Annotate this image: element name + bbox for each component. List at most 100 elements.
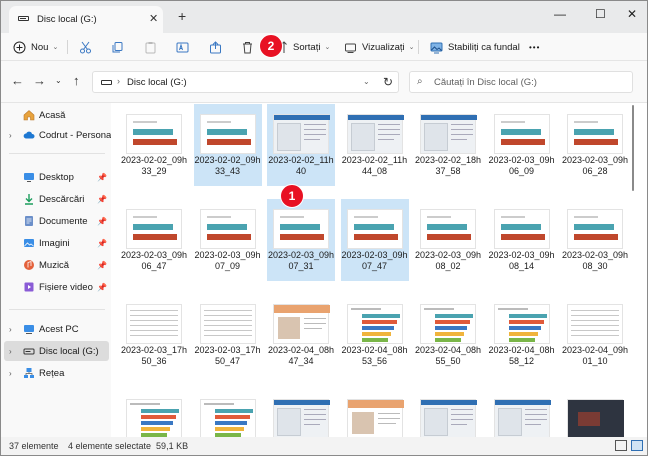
rename-button[interactable] (176, 37, 189, 57)
file-tile[interactable] (488, 389, 556, 437)
file-tile[interactable]: 2023-02-03_09h08_30 (561, 199, 629, 281)
thumbnail-graphic (304, 328, 322, 329)
plus-circle-icon (13, 41, 26, 53)
file-name: 2023-02-02_09h33_43 (194, 155, 261, 176)
selection-info: 4 elemente selectate 59,1 KB (68, 441, 189, 451)
file-tile[interactable]: 2023-02-02_11h40 (267, 104, 335, 186)
file-tile[interactable]: 2023-02-02_11h44_08 (341, 104, 409, 186)
file-tile[interactable] (267, 389, 335, 437)
sort-button[interactable]: Sortați ⌄ (275, 37, 330, 57)
file-tile[interactable] (341, 389, 409, 437)
set-as-background-label: Stabiliți ca fundal (448, 41, 520, 53)
status-bar: 37 elemente 4 elemente selectate 59,1 KB (1, 437, 647, 455)
file-tile[interactable]: 2023-02-04_08h53_56 (341, 294, 409, 376)
cut-button[interactable] (79, 37, 92, 57)
view-button-label: Vizualizați (362, 41, 405, 53)
delete-button[interactable] (241, 37, 254, 57)
sidebar-item-videos[interactable]: Fișiere video 📌 (1, 277, 107, 297)
forward-arrow-icon[interactable]: → (33, 73, 46, 88)
minimize-button[interactable]: — (554, 7, 566, 21)
thumbnail-graphic (377, 129, 400, 130)
thumbnail-view-icon[interactable] (631, 440, 643, 451)
breadcrumb-path[interactable]: Disc local (G:) (127, 77, 187, 88)
pin-icon[interactable]: 📌 (97, 261, 107, 270)
thumbnail-graphic (424, 308, 454, 310)
file-tile[interactable]: 2023-02-03_09h08_14 (488, 199, 556, 281)
paste-button[interactable] (144, 37, 157, 57)
pin-icon[interactable]: 📌 (97, 195, 107, 204)
thumbnail-graphic (278, 317, 300, 339)
thumbnail-graphic (421, 115, 477, 120)
share-button[interactable] (209, 37, 222, 57)
clipboard-icon (145, 41, 156, 53)
set-as-background-button[interactable]: Stabiliți ca fundal (430, 37, 520, 57)
file-tile[interactable]: 2023-02-03_09h06_09 (488, 104, 556, 186)
thumbnail-graphic (141, 427, 170, 431)
breadcrumb-chevron-icon: › (117, 76, 120, 86)
vertical-scrollbar[interactable] (632, 105, 634, 191)
expand-chevron-icon[interactable]: › (9, 131, 12, 140)
sidebar-item-desktop[interactable]: Desktop 📌 (1, 167, 107, 187)
pin-icon[interactable]: 📌 (97, 173, 107, 182)
address-bar[interactable]: › Disc local (G:) ⌄ (92, 71, 399, 93)
file-tile[interactable]: 2023-02-03_17h50_47 (194, 294, 262, 376)
file-tile[interactable] (194, 389, 262, 437)
pin-icon[interactable]: 📌 (97, 217, 107, 226)
thumbnail-graphic (574, 224, 614, 230)
pin-icon[interactable]: 📌 (97, 283, 107, 292)
file-tile[interactable]: 2023-02-03_09h06_28 (561, 104, 629, 186)
more-options-button[interactable]: ••• (529, 37, 540, 57)
file-tile[interactable] (561, 389, 629, 437)
file-tile[interactable]: 2023-02-03_09h07_31 (267, 199, 335, 281)
file-tile[interactable]: 2023-02-04_08h55_50 (414, 294, 482, 376)
search-icon: ⌕ (417, 76, 423, 87)
new-tab-button[interactable]: + (178, 8, 186, 24)
back-arrow-icon[interactable]: ← (11, 73, 24, 88)
file-tile[interactable]: 2023-02-02_09h33_29 (120, 104, 188, 186)
tab-disc-local[interactable]: Disc local (G:) ✕ (9, 6, 163, 33)
tab-close-icon[interactable]: ✕ (149, 12, 158, 25)
sidebar-item-downloads[interactable]: Descărcări 📌 (1, 189, 107, 209)
sidebar-item-home[interactable]: Acasă (1, 105, 107, 125)
file-tile[interactable]: 2023-02-03_09h07_47 (340, 199, 409, 281)
thumbnail-graphic (451, 414, 473, 415)
sidebar-item-music[interactable]: Muzică 📌 (1, 255, 107, 275)
refresh-icon[interactable]: ↻ (383, 75, 393, 89)
up-arrow-icon[interactable]: ↑ (73, 73, 80, 88)
details-view-icon[interactable] (615, 440, 627, 451)
sidebar-item-pictures[interactable]: Imagini 📌 (1, 233, 107, 253)
recent-chevron-icon[interactable]: ⌄ (55, 76, 62, 85)
thumbnail-graphic (451, 129, 473, 130)
thumbnail-graphic (304, 139, 320, 140)
expand-chevron-icon[interactable]: › (9, 325, 12, 334)
sidebar-item-onedrive[interactable]: › Codrut - Personal (1, 125, 113, 145)
new-button[interactable]: Nou ⌄ (13, 37, 58, 57)
sidebar-item-documents[interactable]: Documente 📌 (1, 211, 107, 231)
file-tile[interactable]: 2023-02-03_09h08_02 (414, 199, 482, 281)
view-button[interactable]: Vizualizați ⌄ (344, 37, 414, 57)
file-tile[interactable]: 2023-02-04_08h58_12 (488, 294, 556, 376)
file-tile[interactable]: 2023-02-03_09h06_47 (120, 199, 188, 281)
file-tile[interactable]: 2023-02-03_17h50_36 (120, 294, 188, 376)
file-tile[interactable]: 2023-02-02_09h33_43 (193, 104, 262, 186)
file-tile[interactable] (120, 389, 188, 437)
expand-chevron-icon[interactable]: › (9, 369, 12, 378)
maximize-button[interactable]: ☐ (595, 7, 606, 21)
file-tile[interactable]: 2023-02-02_18h37_58 (414, 104, 482, 186)
file-tile[interactable]: 2023-02-04_09h01_10 (561, 294, 629, 376)
thumbnail-graphic (421, 400, 477, 405)
close-button[interactable]: ✕ (627, 7, 637, 21)
copy-button[interactable] (111, 37, 124, 57)
file-tile[interactable]: 2023-02-04_08h47_34 (267, 294, 335, 376)
sidebar-item-local-disk-g[interactable]: › Disc local (G:) (4, 341, 109, 361)
file-thumbnail (126, 114, 182, 154)
sidebar-item-network[interactable]: › Rețea (1, 363, 107, 383)
pin-icon[interactable]: 📌 (97, 239, 107, 248)
thumbnail-graphic (451, 134, 473, 135)
file-tile[interactable] (414, 389, 482, 437)
search-input[interactable]: ⌕ Căutați în Disc local (G:) (409, 71, 633, 93)
chevron-down-icon[interactable]: ⌄ (363, 77, 370, 86)
file-tile[interactable]: 2023-02-03_09h07_09 (194, 199, 262, 281)
sidebar-item-this-pc[interactable]: › Acest PC (1, 319, 107, 339)
expand-chevron-icon[interactable]: › (9, 347, 12, 356)
